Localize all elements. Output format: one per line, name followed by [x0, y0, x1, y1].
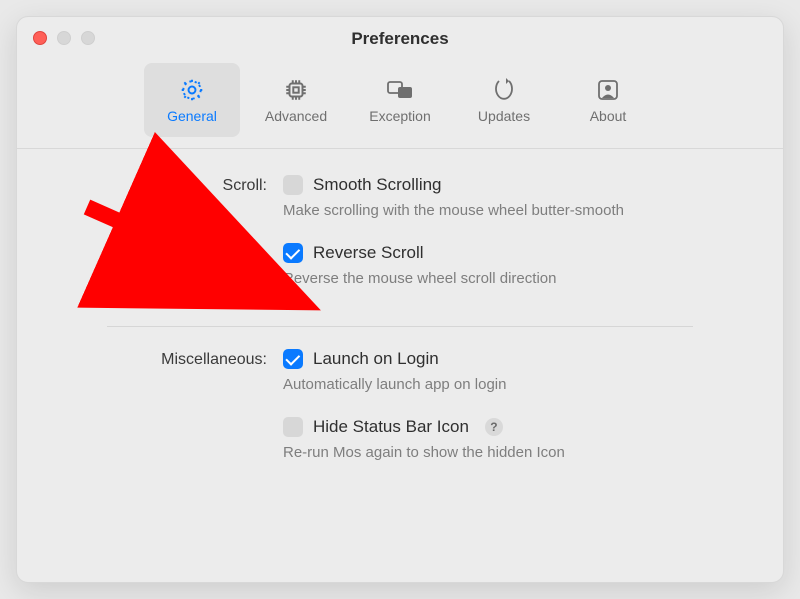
- person-icon: [594, 76, 622, 104]
- checkbox-hide-status-bar-icon[interactable]: [283, 417, 303, 437]
- tab-label: Exception: [369, 108, 430, 124]
- close-button[interactable]: [33, 31, 47, 45]
- window-controls: [33, 31, 95, 45]
- tab-general[interactable]: General: [144, 63, 240, 137]
- gear-icon: [178, 76, 206, 104]
- tab-advanced[interactable]: Advanced: [248, 63, 344, 137]
- preferences-toolbar: General Advanced: [17, 61, 783, 149]
- option-label: Smooth Scrolling: [313, 175, 442, 195]
- option-description: Automatically launch app on login: [283, 375, 633, 395]
- option-label: Reverse Scroll: [313, 243, 424, 263]
- tab-label: Updates: [478, 108, 530, 124]
- tab-label: About: [590, 108, 627, 124]
- zoom-button[interactable]: [81, 31, 95, 45]
- tab-label: Advanced: [265, 108, 327, 124]
- option-reverse-scroll: Reverse Scroll Reverse the mouse wheel s…: [283, 243, 693, 289]
- preferences-window: Preferences General: [16, 16, 784, 583]
- checkbox-reverse-scroll[interactable]: [283, 243, 303, 263]
- section-label-scroll: Scroll:: [107, 175, 267, 195]
- option-description: Make scrolling with the mouse wheel butt…: [283, 201, 633, 221]
- help-icon[interactable]: ?: [485, 418, 503, 436]
- option-label: Launch on Login: [313, 349, 439, 369]
- tab-updates[interactable]: Updates: [456, 63, 552, 137]
- checkbox-smooth-scrolling[interactable]: [283, 175, 303, 195]
- option-smooth-scrolling: Smooth Scrolling Make scrolling with the…: [283, 175, 693, 221]
- divider: [107, 326, 693, 327]
- option-description: Reverse the mouse wheel scroll direction: [283, 269, 633, 289]
- section-miscellaneous: Miscellaneous: Launch on Login Automatic…: [107, 349, 693, 486]
- checkbox-launch-on-login[interactable]: [283, 349, 303, 369]
- chip-icon: [282, 76, 310, 104]
- windows-icon: [386, 76, 414, 104]
- tab-label: General: [167, 108, 217, 124]
- tab-about[interactable]: About: [560, 63, 656, 137]
- option-hide-status-bar-icon: Hide Status Bar Icon ? Re-run Mos again …: [283, 417, 693, 463]
- refresh-icon: [490, 76, 518, 104]
- window-title: Preferences: [17, 29, 783, 49]
- preferences-content: Scroll: Smooth Scrolling Make scrolling …: [17, 149, 783, 539]
- tab-exception[interactable]: Exception: [352, 63, 448, 137]
- section-label-misc: Miscellaneous:: [107, 349, 267, 369]
- option-description: Re-run Mos again to show the hidden Icon: [283, 443, 633, 463]
- titlebar: Preferences: [17, 17, 783, 61]
- option-launch-on-login: Launch on Login Automatically launch app…: [283, 349, 693, 395]
- section-scroll: Scroll: Smooth Scrolling Make scrolling …: [107, 175, 693, 312]
- minimize-button[interactable]: [57, 31, 71, 45]
- option-label: Hide Status Bar Icon: [313, 417, 469, 437]
